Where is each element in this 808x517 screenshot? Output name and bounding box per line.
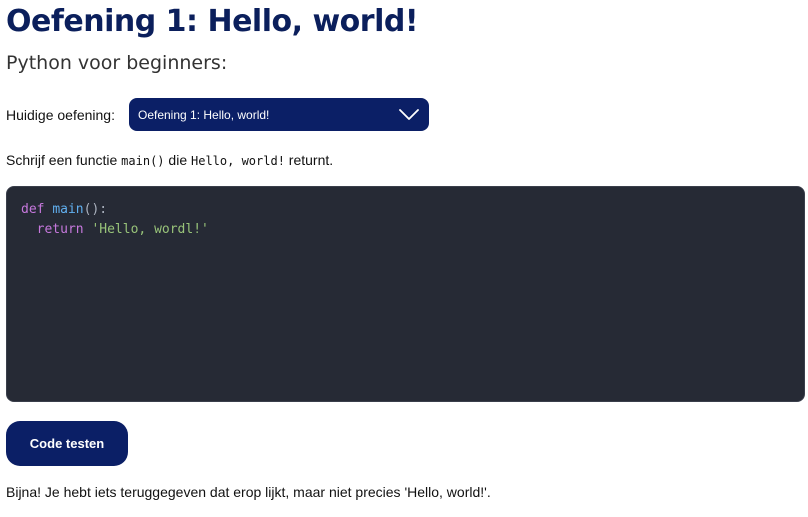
exercise-select-value: Oefening 1: Hello, world! [137, 107, 270, 122]
code-editor[interactable]: def main(): return 'Hello, wordl!' [6, 186, 805, 402]
instruction-text: die [164, 152, 191, 168]
code-function-name: main [52, 202, 84, 217]
instruction-text: returnt. [284, 152, 334, 168]
code-punctuation: (): [83, 202, 108, 217]
code-keyword: def [21, 202, 45, 217]
code-line: def main(): [21, 200, 790, 220]
exercise-picker-row: Huidige oefening: Oefening 1: Hello, wor… [6, 98, 429, 131]
exercise-picker-label: Huidige oefening: [6, 106, 115, 123]
exercise-select[interactable]: Oefening 1: Hello, world! [128, 98, 429, 131]
code-line: return 'Hello, wordl!' [21, 220, 790, 240]
page-subtitle: Python voor beginners: [6, 52, 228, 74]
exercise-instruction: Schrijf een functie main() die Hello, wo… [6, 152, 333, 168]
feedback-message: Bijna! Je hebt iets teruggegeven dat ero… [6, 484, 491, 500]
instruction-code-value: Hello, world! [191, 154, 285, 168]
chevron-down-icon [399, 108, 419, 121]
test-code-button[interactable]: Code testen [6, 421, 128, 466]
page-title: Oefening 1: Hello, world! [6, 4, 419, 39]
code-keyword: return [36, 222, 84, 237]
instruction-text: Schrijf een functie [6, 152, 122, 168]
code-string: 'Hello, wordl!' [91, 222, 209, 237]
instruction-code-function: main() [121, 154, 165, 168]
